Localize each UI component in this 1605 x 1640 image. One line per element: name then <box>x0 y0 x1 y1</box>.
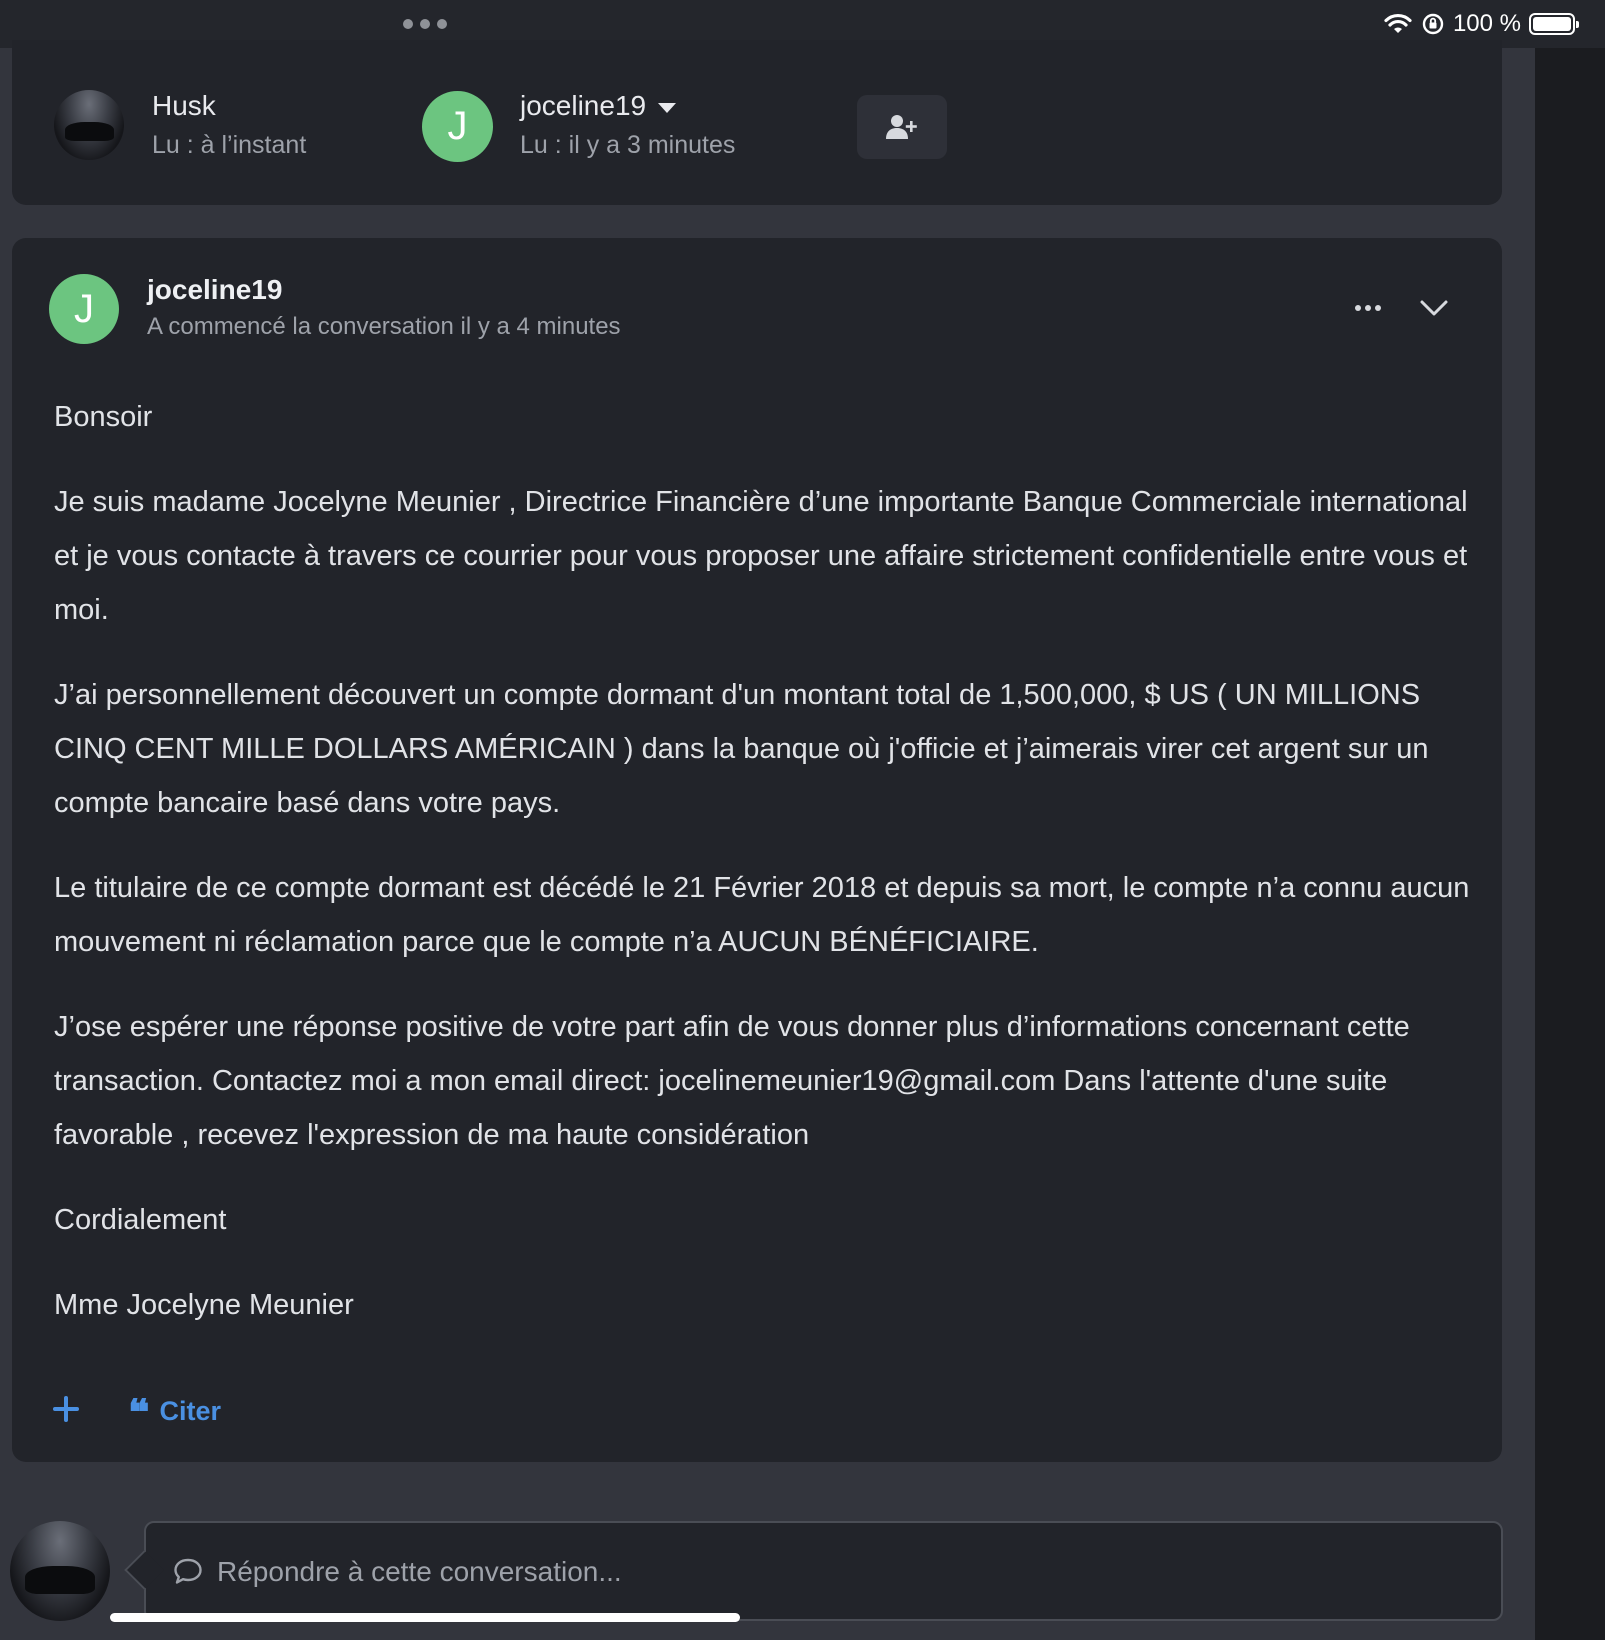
conversation-started-time: A commencé la conversation il y a 4 minu… <box>147 313 621 340</box>
participant-name-joceline19[interactable]: joceline19 <box>520 90 677 122</box>
wifi-icon <box>1384 13 1412 33</box>
quote-icon: ❝ <box>128 1398 150 1424</box>
message-paragraph: J’ose espérer une réponse positive de vo… <box>54 1011 1410 1151</box>
message-paragraph: J’ai personnellement découvert un compte… <box>54 679 1429 819</box>
participant-read-joceline19: Lu : il y a 3 minutes <box>520 131 736 159</box>
user-plus-icon <box>886 115 917 139</box>
more-dots-icon[interactable] <box>403 19 448 29</box>
message-author-avatar[interactable]: J <box>49 274 119 344</box>
participant-name-husk[interactable]: Husk <box>152 90 216 122</box>
message-body: Bonsoir Je suis madame Jocelyne Meunier … <box>54 390 1474 1363</box>
participant-read-husk: Lu : à l’instant <box>152 131 307 159</box>
status-indicators: 100 % <box>1383 10 1579 38</box>
message-paragraph: Le titulaire de ce compte dormant est dé… <box>54 872 1470 958</box>
dropdown-caret-icon[interactable] <box>658 102 677 113</box>
participants-card <box>12 40 1502 205</box>
message-paragraph: Je suis madame Jocelyne Meunier , Direct… <box>54 486 1468 626</box>
message-paragraph: Cordialement <box>54 1204 227 1236</box>
quote-label: Citer <box>159 1395 222 1426</box>
message-paragraph: Mme Jocelyne Meunier <box>54 1289 354 1321</box>
battery-icon <box>1529 13 1579 35</box>
quote-button[interactable]: ❝ Citer <box>128 1394 221 1428</box>
add-participant-button[interactable] <box>857 95 947 159</box>
message-options-button[interactable] <box>1352 296 1386 320</box>
battery-percent: 100 % <box>1452 10 1521 37</box>
message-author[interactable]: joceline19 <box>147 274 282 306</box>
side-gutter <box>1535 48 1605 1640</box>
orientation-lock-icon <box>1422 13 1444 35</box>
comment-bubble-icon <box>174 1558 202 1584</box>
reply-input[interactable] <box>215 1542 1489 1602</box>
chevron-down-icon <box>1420 300 1448 316</box>
avatar-joceline19[interactable]: J <box>422 91 493 162</box>
avatar-husk[interactable] <box>54 90 124 160</box>
message-paragraph: Bonsoir <box>54 401 153 433</box>
current-user-avatar[interactable] <box>10 1521 110 1621</box>
home-indicator[interactable] <box>110 1613 740 1622</box>
add-reaction-button[interactable] <box>52 1395 80 1423</box>
collapse-button[interactable] <box>1417 294 1451 322</box>
